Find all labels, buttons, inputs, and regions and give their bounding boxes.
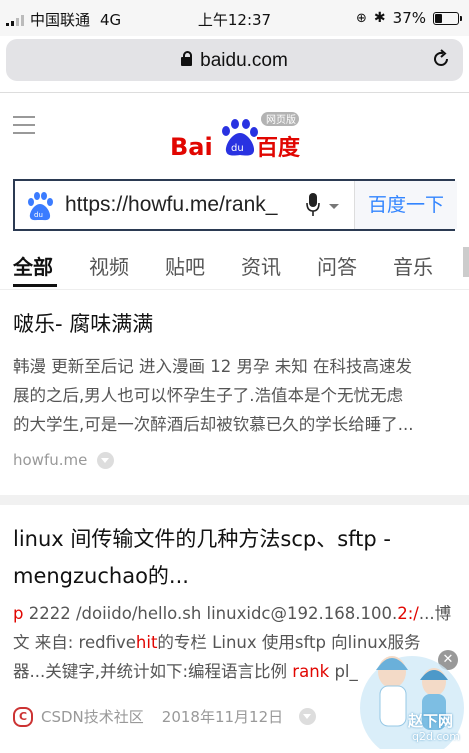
url-text: baidu.com (200, 50, 288, 71)
reload-icon[interactable] (431, 49, 451, 69)
search-box[interactable]: du https://howfu.me/rank_ 百度一下 (13, 179, 457, 231)
result-card[interactable]: 啵乐- 腐味满满 韩漫 更新至后记 进入漫画 12 男孕 未知 在科技高速发 展… (0, 298, 469, 493)
snippet-line: 韩漫 更新至后记 进入漫画 12 男孕 未知 在科技高速发 (13, 357, 412, 376)
svg-text:du: du (34, 211, 43, 219)
chevron-down-icon[interactable] (299, 708, 317, 725)
watermark-text: 赵下网 (408, 712, 454, 730)
svg-text:百度: 百度 (256, 135, 301, 161)
watermark: 赵下网 q2d.com (350, 590, 469, 753)
lock-icon (181, 51, 193, 66)
microphone-icon[interactable] (306, 193, 320, 217)
tabs-scroll-edge (463, 247, 469, 277)
tab-music[interactable]: 音乐 (393, 251, 433, 280)
tabs-divider (0, 289, 469, 290)
tab-news[interactable]: 资讯 (241, 251, 281, 280)
baidu-logo[interactable]: Bai du 百度 网页版 (168, 109, 308, 161)
menu-icon[interactable] (13, 116, 35, 140)
search-button[interactable]: 百度一下 (354, 181, 457, 229)
logo-badge: 网页版 (266, 113, 296, 126)
result-source: C CSDN技术社区 2018年11月12日 (13, 706, 317, 727)
result-title[interactable]: linux 间传输文件的几种方法scp、sftp - mengzuchao的..… (13, 521, 391, 595)
url-display[interactable]: baidu.com (6, 50, 463, 72)
search-input[interactable]: https://howfu.me/rank_ (65, 193, 277, 217)
tab-tieba[interactable]: 贴吧 (165, 251, 205, 280)
source-domain: howfu.me (13, 451, 88, 469)
result-title[interactable]: 啵乐- 腐味满满 (13, 308, 153, 338)
status-bar: 中国联通 4G 上午12:37 ⊕ ✱ 37% (0, 0, 469, 36)
title-line: mengzuchao的... (13, 564, 189, 588)
tab-all[interactable]: 全部 (13, 251, 53, 280)
chevron-down-icon[interactable] (97, 451, 115, 469)
result-separator (0, 495, 469, 505)
baidu-paw-icon: du (28, 192, 53, 221)
svg-text:Bai: Bai (170, 133, 213, 161)
category-tabs: 全部 视频 贴吧 资讯 问答 音乐 (0, 243, 469, 289)
title-line: linux 间传输文件的几种方法scp、sftp - (13, 527, 391, 551)
battery-icon (433, 11, 462, 25)
chevron-down-icon[interactable] (329, 204, 339, 209)
svg-text:du: du (231, 143, 244, 154)
battery-percent: 37% (392, 9, 426, 27)
snippet-line: 的大学生,可是一次醉酒后却被钦慕已久的学长给睡了... (13, 415, 414, 434)
address-bar[interactable]: baidu.com (6, 39, 463, 81)
result-date: 2018年11月12日 (161, 708, 284, 726)
tab-video[interactable]: 视频 (89, 251, 129, 280)
watermark-domain: q2d.com (412, 730, 460, 743)
bluetooth-icon: ✱ (373, 10, 386, 26)
tab-active-indicator (13, 284, 57, 287)
result-snippet: 韩漫 更新至后记 进入漫画 12 男孕 未知 在科技高速发 展的之后,男人也可以… (13, 352, 413, 439)
source-name: CSDN技术社区 (41, 708, 144, 726)
tab-qa[interactable]: 问答 (317, 251, 357, 280)
status-right: ⊕ ✱ 37% (356, 9, 462, 27)
orientation-lock-icon: ⊕ (356, 10, 367, 26)
csdn-icon: C (13, 706, 33, 727)
result-source: howfu.me (13, 451, 115, 469)
battery-fill (435, 13, 442, 23)
snippet-line: 展的之后,男人也可以怀孕生子了.浩值本是个无忧无虑 (13, 386, 403, 405)
